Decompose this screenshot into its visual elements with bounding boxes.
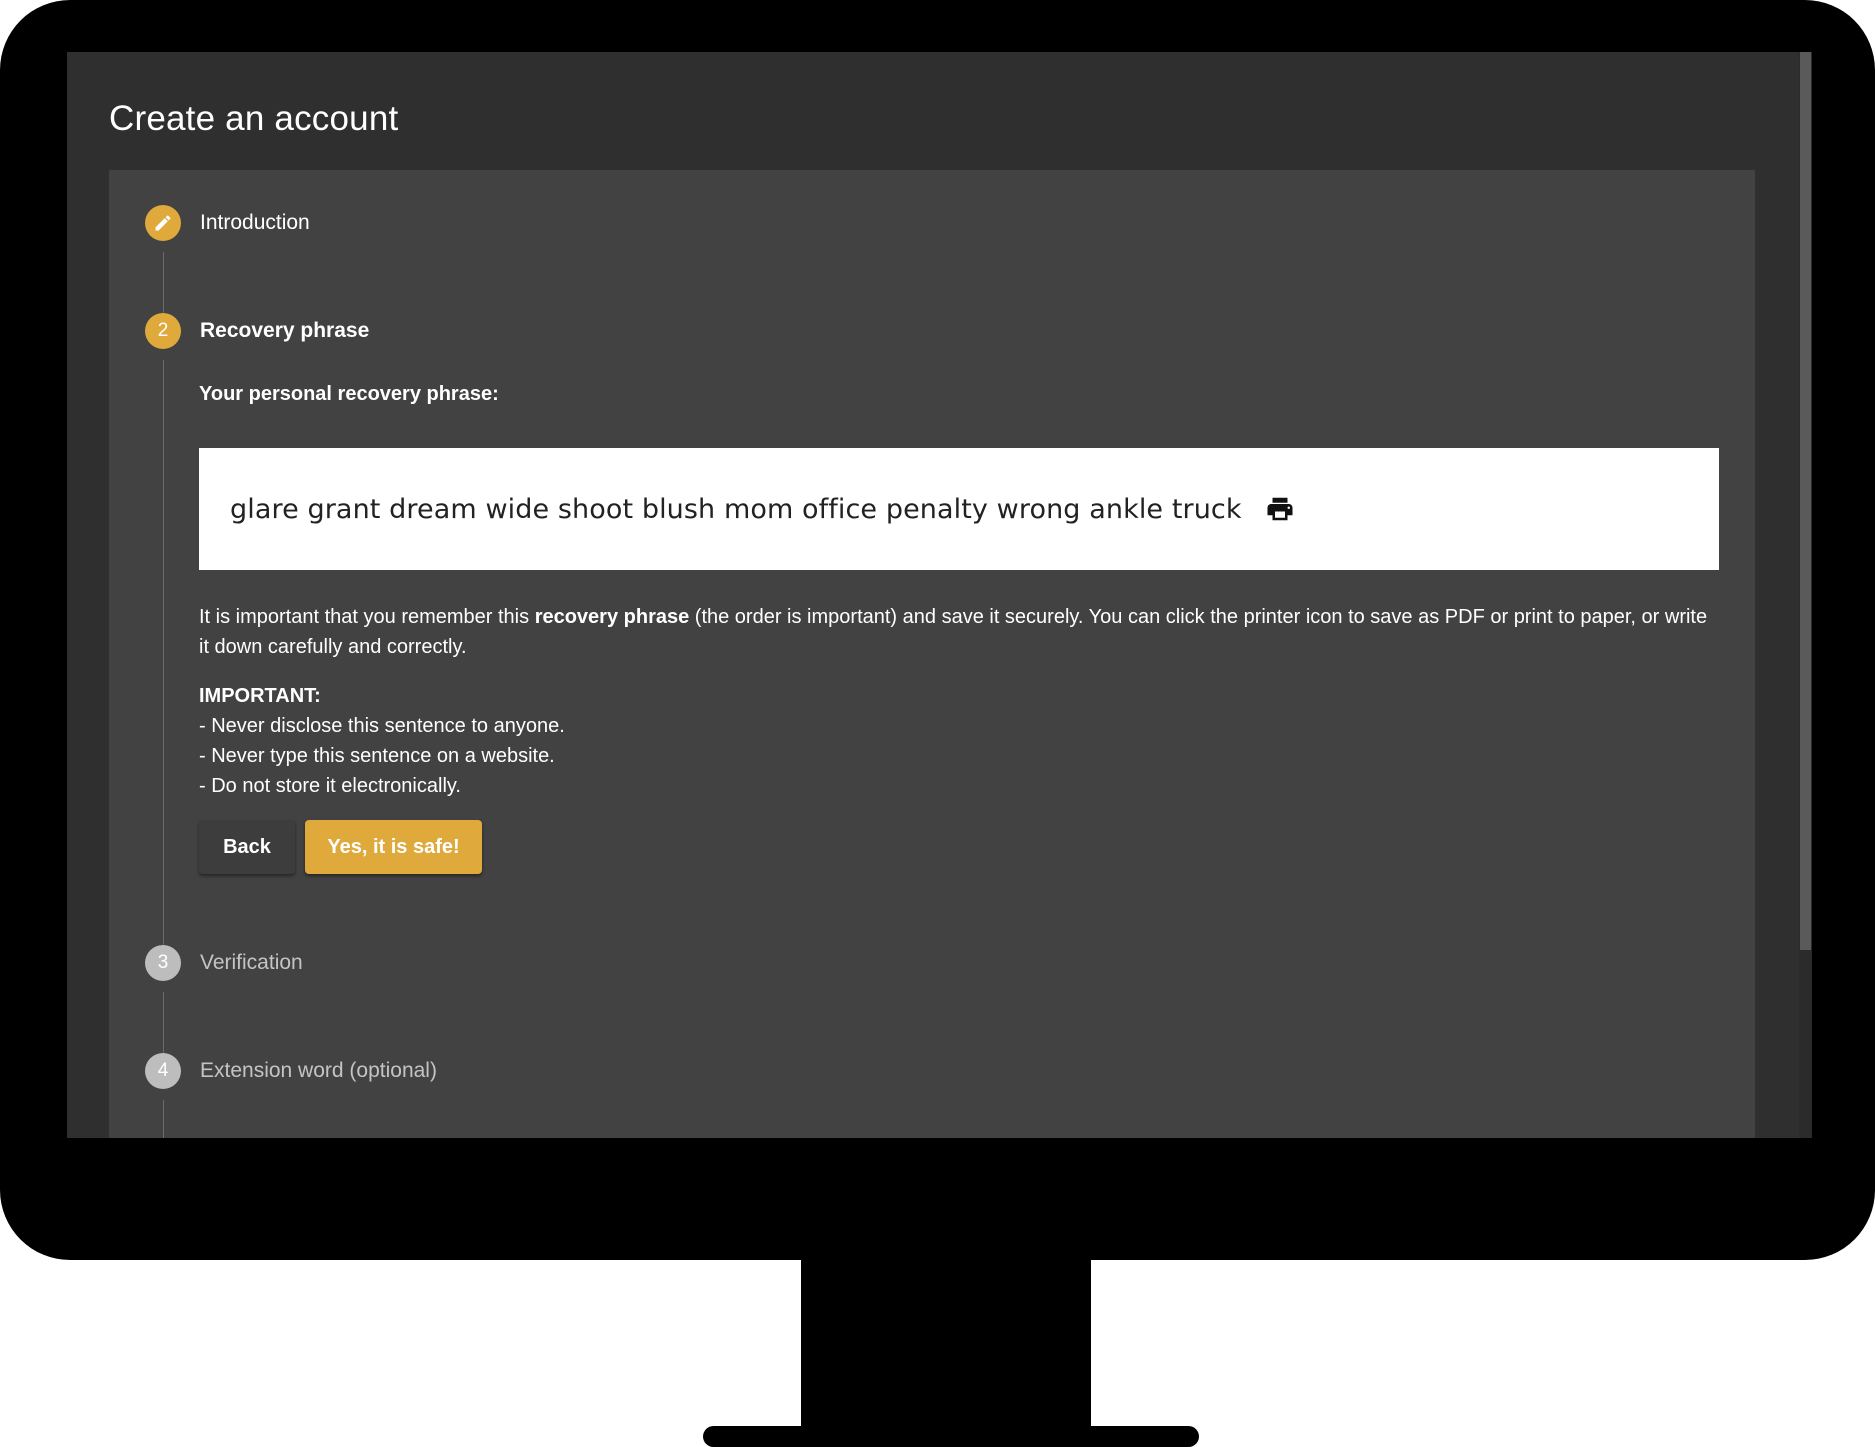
- info-text-part: It is important that you remember this: [199, 606, 535, 628]
- recovery-info-text: It is important that you remember this r…: [199, 602, 1719, 662]
- important-title: IMPORTANT:: [199, 685, 321, 707]
- important-notice: IMPORTANT: - Never disclose this sentenc…: [199, 681, 565, 801]
- vertical-scrollbar[interactable]: [1799, 52, 1812, 1138]
- step-connector: [163, 252, 164, 314]
- step-number-badge: 3: [145, 945, 181, 981]
- step-extension-word[interactable]: 4 Extension word (optional): [145, 1053, 437, 1089]
- step-number-badge: 2: [145, 313, 181, 349]
- step-label: Recovery phrase: [200, 319, 370, 342]
- page-title: Create an account: [109, 99, 399, 138]
- important-item: - Never disclose this sentence to anyone…: [199, 715, 565, 737]
- step-verification[interactable]: 3 Verification: [145, 945, 303, 981]
- important-item: - Never type this sentence on a website.: [199, 745, 555, 767]
- scrollbar-thumb[interactable]: [1800, 52, 1811, 950]
- step-actions: Back Yes, it is safe!: [199, 820, 482, 874]
- step-label: Extension word (optional): [200, 1059, 437, 1082]
- printer-icon[interactable]: [1264, 494, 1296, 524]
- confirm-safe-button[interactable]: Yes, it is safe!: [305, 820, 482, 874]
- step-connector: [163, 360, 164, 945]
- step-recovery-phrase[interactable]: 2 Recovery phrase: [145, 313, 369, 349]
- important-item: - Do not store it electronically.: [199, 775, 461, 797]
- recovery-phrase-box: glare grant dream wide shoot blush mom o…: [199, 448, 1719, 570]
- phrase-heading: Your personal recovery phrase:: [199, 383, 499, 405]
- step-connector: [163, 1100, 164, 1138]
- info-text-emphasis: recovery phrase: [534, 606, 690, 628]
- step-introduction[interactable]: Introduction: [145, 205, 310, 241]
- recovery-phrase-text: glare grant dream wide shoot blush mom o…: [230, 493, 1242, 525]
- screen: Create an account Introduction 2 Recover…: [67, 52, 1812, 1138]
- step-label: Introduction: [200, 211, 310, 234]
- pencil-icon: [145, 205, 181, 241]
- stepper-card: Introduction 2 Recovery phrase Your pers…: [109, 170, 1755, 1138]
- monitor-stand-foot: [703, 1426, 1199, 1447]
- step-label: Verification: [200, 951, 303, 974]
- monitor-stand-neck: [801, 1255, 1091, 1433]
- step-number-badge: 4: [145, 1053, 181, 1089]
- step-connector: [163, 992, 164, 1054]
- back-button[interactable]: Back: [199, 820, 295, 874]
